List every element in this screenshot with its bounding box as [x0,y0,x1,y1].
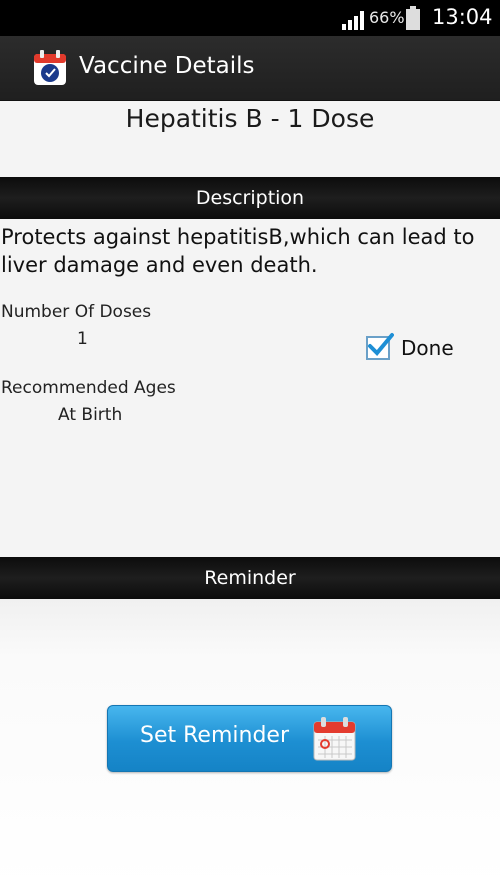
battery-icon [406,6,420,30]
reminder-header: Reminder [0,557,500,599]
battery-percent: 66% [369,8,405,27]
done-label[interactable]: Done [401,336,454,360]
doses-value: 1 [77,329,88,349]
set-reminder-button[interactable]: Set Reminder [107,705,392,772]
status-bar: 66% 13:04 [0,0,500,36]
app-calendar-icon[interactable] [33,50,67,86]
checkbox-box[interactable] [366,333,394,360]
clock: 13:04 [432,5,493,29]
vaccine-description: Protects against hepatitisB,which can le… [1,225,475,277]
action-bar: Vaccine Details [0,36,500,101]
signal-icon [342,11,364,30]
ages-label: Recommended Ages [1,378,176,398]
ages-value: At Birth [58,405,123,425]
checkmark-icon [368,333,394,356]
done-checkbox[interactable] [366,333,394,362]
vaccine-title: Hepatitis B - 1 Dose [125,104,375,133]
doses-label: Number Of Doses [1,302,152,322]
screen-title: Vaccine Details [79,53,255,79]
calendar-icon [313,717,356,761]
description-header: Description [0,177,500,219]
set-reminder-label: Set Reminder [140,723,289,748]
